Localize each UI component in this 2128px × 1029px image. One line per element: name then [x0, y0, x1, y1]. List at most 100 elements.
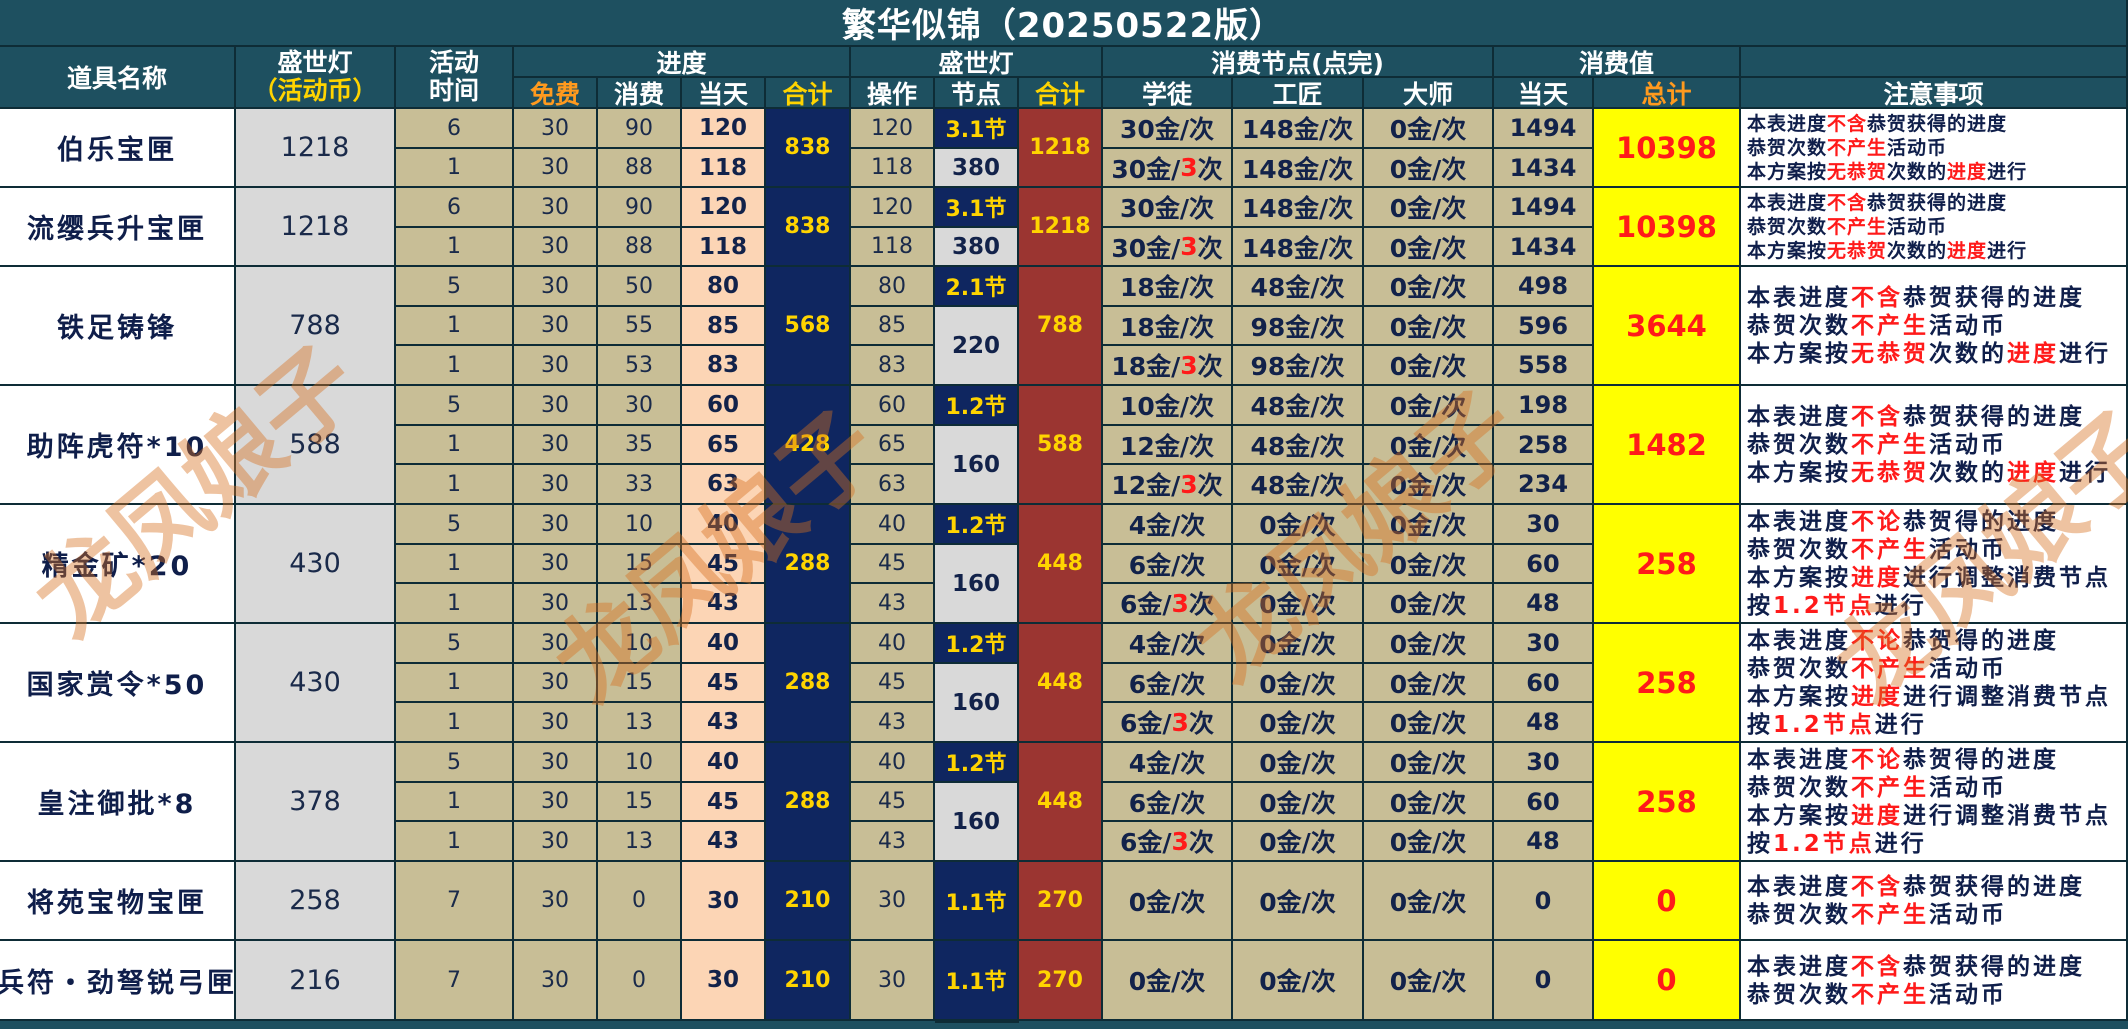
- row-value-today: 0: [1494, 862, 1594, 941]
- row-today: 43: [682, 822, 766, 862]
- row-spend: 13: [598, 822, 682, 862]
- row-activity-time: 1: [396, 307, 514, 346]
- row-activity-time: 5: [396, 386, 514, 426]
- row-value-today: 0: [1494, 941, 1594, 1021]
- note-line: 按1.2节点进行: [1747, 593, 1927, 619]
- row-craftsman-cost: 148金/次: [1233, 228, 1364, 267]
- row-op: 40: [851, 624, 935, 664]
- note-line: 恭贺次数不产生活动币: [1747, 902, 2007, 928]
- item-node-label: 2.1节: [935, 267, 1019, 307]
- note-line: 恭贺次数不产生活动币: [1747, 537, 2007, 563]
- row-free: 30: [514, 188, 598, 228]
- item-lamp-coin: 588: [236, 386, 396, 505]
- item-notes: 本表进度不论恭贺得的进度 恭贺次数不产生活动币 本方案按进度进行调整消费节点 按1.2…: [1741, 505, 2128, 624]
- row-activity-time: 1: [396, 822, 514, 862]
- sheet-title: 繁华似锦（20250522版）: [0, 0, 2128, 47]
- row-activity-time: 1: [396, 703, 514, 743]
- note-line: 本方案按无恭贺次数的进度进行: [1747, 240, 2028, 262]
- row-apprentice-cost: 6金/3 次: [1103, 584, 1233, 624]
- row-spend: 35: [598, 426, 682, 465]
- col-craftsman: 工匠: [1233, 78, 1364, 109]
- row-op: 118: [851, 149, 935, 188]
- row-today: 118: [682, 149, 766, 188]
- row-master-cost: 0金/次: [1364, 188, 1494, 228]
- row-spend: 53: [598, 346, 682, 386]
- row-craftsman-cost: 98金/次: [1233, 346, 1364, 386]
- item-node-label: 1.2节: [935, 386, 1019, 426]
- row-craftsman-cost: 48金/次: [1233, 386, 1364, 426]
- item-notes: 本表进度不含恭贺获得的进度 恭贺次数不产生活动币 本方案按无恭贺次数的进度进行: [1741, 188, 2128, 267]
- item-name: 流缨兵升宝匣: [0, 188, 236, 267]
- row-today: 85: [682, 307, 766, 346]
- row-activity-time: 5: [396, 743, 514, 783]
- row-today: 43: [682, 703, 766, 743]
- row-free: 30: [514, 545, 598, 584]
- row-op: 43: [851, 822, 935, 862]
- row-activity-time: 1: [396, 346, 514, 386]
- row-apprentice-cost: 18金/次: [1103, 267, 1233, 307]
- row-apprentice-cost: 6金/3 次: [1103, 703, 1233, 743]
- item-progress-total: 568: [766, 267, 851, 386]
- row-master-cost: 0金/次: [1364, 267, 1494, 307]
- item-lamp-total: 1218: [1019, 109, 1103, 188]
- row-value-today: 30: [1494, 624, 1594, 664]
- row-master-cost: 0金/次: [1364, 584, 1494, 624]
- row-value-today: 48: [1494, 584, 1594, 624]
- row-value-today: 1494: [1494, 188, 1594, 228]
- row-master-cost: 0金/次: [1364, 346, 1494, 386]
- row-free: 30: [514, 505, 598, 545]
- note-line: 本表进度不含恭贺获得的进度: [1747, 404, 2085, 430]
- row-activity-time: 7: [396, 941, 514, 1021]
- row-value-today: 48: [1494, 822, 1594, 862]
- row-op: 120: [851, 188, 935, 228]
- note-line: 本表进度不论恭贺得的进度: [1747, 509, 2059, 535]
- item-name: 将苑宝物宝匣: [0, 862, 236, 941]
- row-today: 83: [682, 346, 766, 386]
- row-master-cost: 0金/次: [1364, 426, 1494, 465]
- row-apprentice-cost: 30金/次: [1103, 109, 1233, 149]
- row-activity-time: 1: [396, 545, 514, 584]
- group-nodes: 消费节点(点完): [1103, 47, 1494, 78]
- col-item-name: 道具名称: [0, 47, 236, 109]
- item-progress-total: 288: [766, 743, 851, 862]
- item-grand-total: 10398: [1594, 188, 1741, 267]
- row-op: 45: [851, 664, 935, 703]
- row-craftsman-cost: 0金/次: [1233, 743, 1364, 783]
- item-grand-total: 258: [1594, 505, 1741, 624]
- col-progress-spend: 消费: [598, 78, 682, 109]
- row-spend: 55: [598, 307, 682, 346]
- row-spend: 50: [598, 267, 682, 307]
- row-apprentice-cost: 18金/3 次: [1103, 346, 1233, 386]
- row-master-cost: 0金/次: [1364, 941, 1494, 1021]
- note-line: 本表进度不含恭贺获得的进度: [1747, 953, 2085, 980]
- row-free: 30: [514, 346, 598, 386]
- item-node-value: 220: [935, 307, 1019, 386]
- col-lamp-op: 操作: [851, 78, 935, 109]
- row-craftsman-cost: 0金/次: [1233, 862, 1364, 941]
- item-node-value: 160: [935, 545, 1019, 624]
- row-master-cost: 0金/次: [1364, 703, 1494, 743]
- row-activity-time: 7: [396, 862, 514, 941]
- row-spend: 13: [598, 584, 682, 624]
- note-line: 本表进度不含恭贺获得的进度: [1747, 192, 2008, 214]
- row-today: 80: [682, 267, 766, 307]
- note-line: 本表进度不含恭贺获得的进度: [1747, 285, 2085, 311]
- row-apprentice-cost: 10金/次: [1103, 386, 1233, 426]
- item-name: 伯乐宝匣: [0, 109, 236, 188]
- row-activity-time: 6: [396, 109, 514, 149]
- row-master-cost: 0金/次: [1364, 505, 1494, 545]
- row-craftsman-cost: 0金/次: [1233, 664, 1364, 703]
- row-master-cost: 0金/次: [1364, 624, 1494, 664]
- row-craftsman-cost: 48金/次: [1233, 465, 1364, 505]
- group-progress: 进度: [514, 47, 851, 78]
- row-apprentice-cost: 6金/次: [1103, 783, 1233, 822]
- note-line: 本表进度不论恭贺得的进度: [1747, 628, 2059, 654]
- item-progress-total: 288: [766, 624, 851, 743]
- row-free: 30: [514, 386, 598, 426]
- row-value-today: 258: [1494, 426, 1594, 465]
- row-master-cost: 0金/次: [1364, 545, 1494, 584]
- note-line: 恭贺次数不产生活动币: [1747, 137, 1948, 159]
- item-grand-total: 258: [1594, 624, 1741, 743]
- item-node-label: 1.2节: [935, 743, 1019, 783]
- row-master-cost: 0金/次: [1364, 743, 1494, 783]
